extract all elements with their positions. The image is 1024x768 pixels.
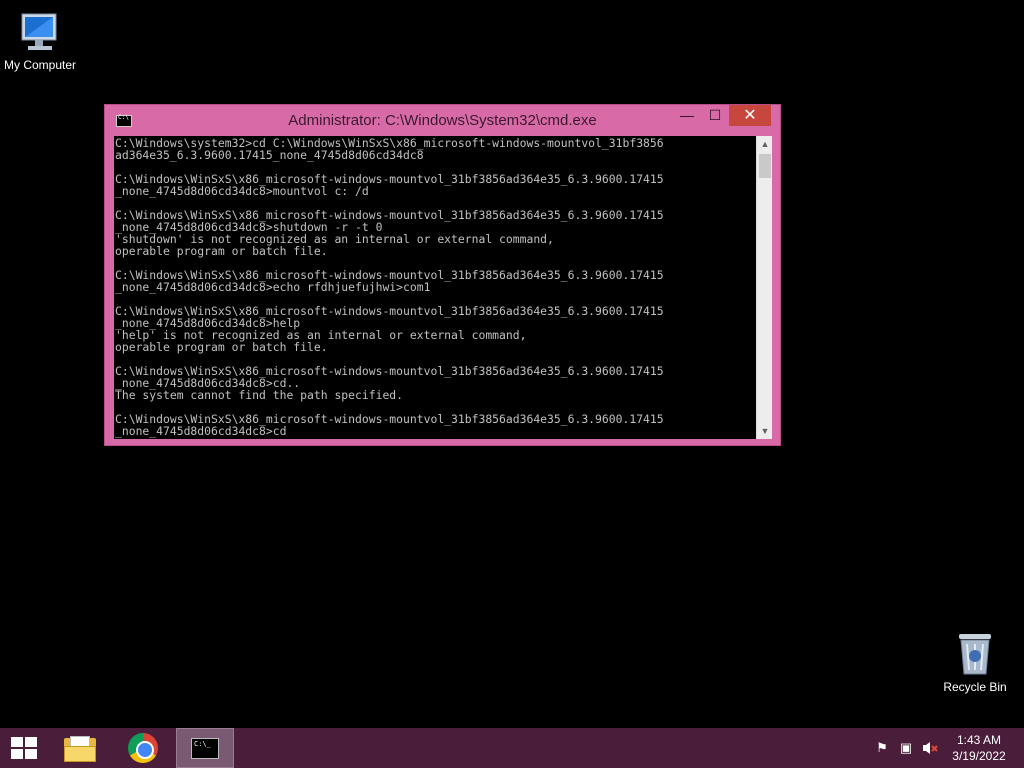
console-area[interactable]: C:\Windows\system32>cd C:\Windows\WinSxS…: [114, 136, 772, 439]
recycle-bin-icon: [959, 634, 991, 675]
chrome-taskbar-button[interactable]: [116, 728, 172, 768]
chrome-icon: [128, 733, 158, 763]
my-computer-shortcut[interactable]: My Computer: [0, 8, 80, 72]
my-computer-label: My Computer: [3, 58, 77, 72]
cmd-taskbar-button[interactable]: [176, 728, 234, 768]
cmd-window[interactable]: Administrator: C:\Windows\System32\cmd.e…: [104, 104, 781, 446]
close-button[interactable]: ✕: [729, 105, 771, 126]
taskbar: ⚑ ▣ 1:43 AM 3/19/2022: [0, 728, 1024, 768]
network-icon[interactable]: ▣: [898, 740, 914, 756]
minimize-button[interactable]: —: [673, 105, 701, 126]
clock-date: 3/19/2022: [952, 749, 1006, 763]
recycle-bin-label: Recycle Bin: [943, 680, 1007, 694]
clock-time: 1:43 AM: [956, 733, 1002, 747]
vertical-scrollbar[interactable]: ▲ ▼: [756, 136, 772, 439]
start-button[interactable]: [0, 728, 48, 768]
window-titlebar[interactable]: Administrator: C:\Windows\System32\cmd.e…: [105, 105, 780, 135]
recycle-bin-shortcut[interactable]: Recycle Bin: [935, 630, 1015, 694]
action-center-flag-icon[interactable]: ⚑: [874, 740, 890, 756]
file-explorer-taskbar-button[interactable]: [54, 728, 110, 768]
command-prompt-icon: [191, 738, 219, 759]
scroll-thumb[interactable]: [759, 154, 771, 178]
maximize-button[interactable]: ☐: [701, 105, 729, 126]
folder-icon: [64, 736, 98, 762]
scroll-down-arrow[interactable]: ▼: [757, 423, 772, 439]
console-output: C:\Windows\system32>cd C:\Windows\WinSxS…: [115, 136, 664, 438]
system-clock[interactable]: 1:43 AM 3/19/2022: [944, 732, 1014, 764]
volume-muted-icon[interactable]: [922, 740, 938, 756]
scroll-up-arrow[interactable]: ▲: [757, 136, 772, 152]
windows-logo-icon: [11, 737, 37, 759]
computer-icon: [21, 13, 57, 50]
